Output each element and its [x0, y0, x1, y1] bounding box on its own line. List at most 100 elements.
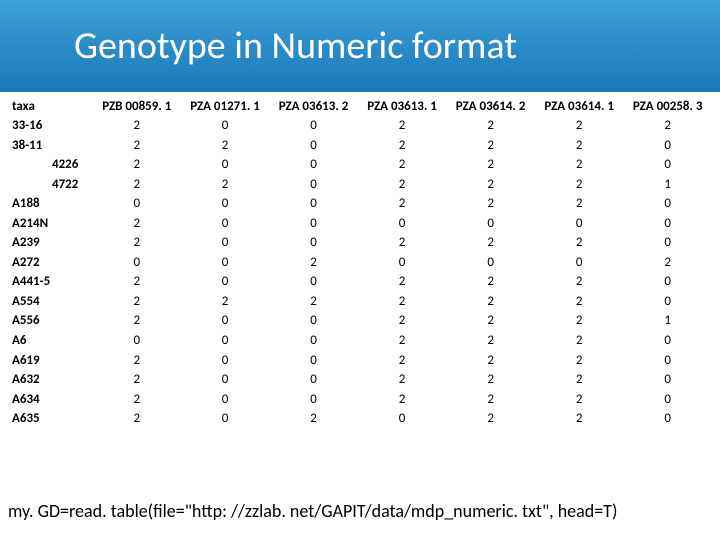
value-cell: 2 [623, 116, 712, 136]
column-header: PZB 00859. 1 [93, 97, 181, 116]
column-header: PZA 03614. 2 [446, 97, 535, 116]
value-cell: 2 [93, 116, 181, 136]
value-cell: 2 [535, 175, 624, 195]
value-cell: 2 [535, 370, 624, 390]
table-body: 33-16200222238-1122022204226200222047222… [8, 116, 712, 429]
value-cell: 2 [446, 390, 535, 410]
value-cell: 2 [535, 331, 624, 351]
value-cell: 0 [93, 331, 181, 351]
table-row: 38-112202220 [8, 136, 712, 156]
value-cell: 2 [93, 311, 181, 331]
value-cell: 0 [181, 370, 270, 390]
value-cell: 2 [535, 194, 624, 214]
value-cell: 2 [535, 272, 624, 292]
slide-title: Genotype in Numeric format [74, 23, 517, 69]
taxa-cell: A6 [8, 331, 93, 351]
value-cell: 2 [446, 116, 535, 136]
value-cell: 0 [269, 136, 358, 156]
value-cell: 2 [535, 116, 624, 136]
value-cell: 0 [181, 351, 270, 371]
value-cell: 1 [623, 175, 712, 195]
value-cell: 0 [269, 214, 358, 234]
value-cell: 2 [446, 292, 535, 312]
value-cell: 0 [623, 409, 712, 429]
table-header-row: taxaPZB 00859. 1PZA 01271. 1PZA 03613. 2… [8, 97, 712, 116]
value-cell: 2 [93, 175, 181, 195]
column-header: PZA 03613. 1 [358, 97, 447, 116]
value-cell: 0 [623, 351, 712, 371]
value-cell: 0 [446, 214, 535, 234]
value-cell: 2 [93, 292, 181, 312]
value-cell: 0 [181, 409, 270, 429]
value-cell: 0 [623, 136, 712, 156]
value-cell: 2 [358, 272, 447, 292]
value-cell: 2 [181, 175, 270, 195]
value-cell: 0 [623, 214, 712, 234]
value-cell: 2 [358, 370, 447, 390]
value-cell: 0 [181, 155, 270, 175]
taxa-cell: A272 [8, 253, 93, 273]
table-row: A6342002220 [8, 390, 712, 410]
value-cell: 0 [623, 272, 712, 292]
taxa-cell: A239 [8, 233, 93, 253]
table-row: 33-162002222 [8, 116, 712, 136]
data-table-container: taxaPZB 00859. 1PZA 01271. 1PZA 03613. 2… [0, 92, 720, 429]
genotype-table: taxaPZB 00859. 1PZA 01271. 1PZA 03613. 2… [8, 97, 712, 429]
value-cell: 0 [535, 214, 624, 234]
value-cell: 2 [535, 311, 624, 331]
taxa-cell: A634 [8, 390, 93, 410]
table-row: A6352020220 [8, 409, 712, 429]
column-header-taxa: taxa [8, 97, 93, 116]
taxa-cell: A554 [8, 292, 93, 312]
value-cell: 2 [535, 390, 624, 410]
value-cell: 2 [269, 292, 358, 312]
value-cell: 0 [535, 253, 624, 273]
value-cell: 2 [446, 272, 535, 292]
value-cell: 2 [358, 136, 447, 156]
value-cell: 0 [93, 253, 181, 273]
value-cell: 2 [535, 136, 624, 156]
column-header: PZA 01271. 1 [181, 97, 270, 116]
value-cell: 2 [269, 253, 358, 273]
value-cell: 0 [623, 155, 712, 175]
table-row: A60002220 [8, 331, 712, 351]
value-cell: 2 [358, 351, 447, 371]
value-cell: 2 [93, 272, 181, 292]
value-cell: 0 [269, 351, 358, 371]
value-cell: 0 [181, 194, 270, 214]
table-row: A2392002220 [8, 233, 712, 253]
value-cell: 2 [446, 351, 535, 371]
value-cell: 2 [358, 155, 447, 175]
value-cell: 2 [446, 175, 535, 195]
column-header: PZA 03613. 2 [269, 97, 358, 116]
value-cell: 2 [93, 370, 181, 390]
value-cell: 2 [623, 253, 712, 273]
taxa-cell: A188 [8, 194, 93, 214]
value-cell: 2 [358, 390, 447, 410]
table-row: A5562002221 [8, 311, 712, 331]
value-cell: 1 [623, 311, 712, 331]
column-header: PZA 00258. 3 [623, 97, 712, 116]
value-cell: 0 [269, 194, 358, 214]
value-cell: 2 [181, 136, 270, 156]
value-cell: 0 [181, 253, 270, 273]
table-row: A2720020002 [8, 253, 712, 273]
value-cell: 2 [358, 331, 447, 351]
table-row: A1880002220 [8, 194, 712, 214]
value-cell: 2 [358, 175, 447, 195]
taxa-cell: 4722 [8, 175, 93, 195]
value-cell: 2 [446, 331, 535, 351]
value-cell: 2 [358, 292, 447, 312]
value-cell: 0 [269, 155, 358, 175]
table-row: 42262002220 [8, 155, 712, 175]
table-row: A5542222220 [8, 292, 712, 312]
value-cell: 0 [446, 253, 535, 273]
value-cell: 0 [181, 214, 270, 234]
value-cell: 0 [269, 370, 358, 390]
table-row: A441-52002220 [8, 272, 712, 292]
value-cell: 0 [181, 233, 270, 253]
value-cell: 0 [623, 390, 712, 410]
table-row: A6192002220 [8, 351, 712, 371]
value-cell: 2 [446, 194, 535, 214]
value-cell: 2 [358, 233, 447, 253]
